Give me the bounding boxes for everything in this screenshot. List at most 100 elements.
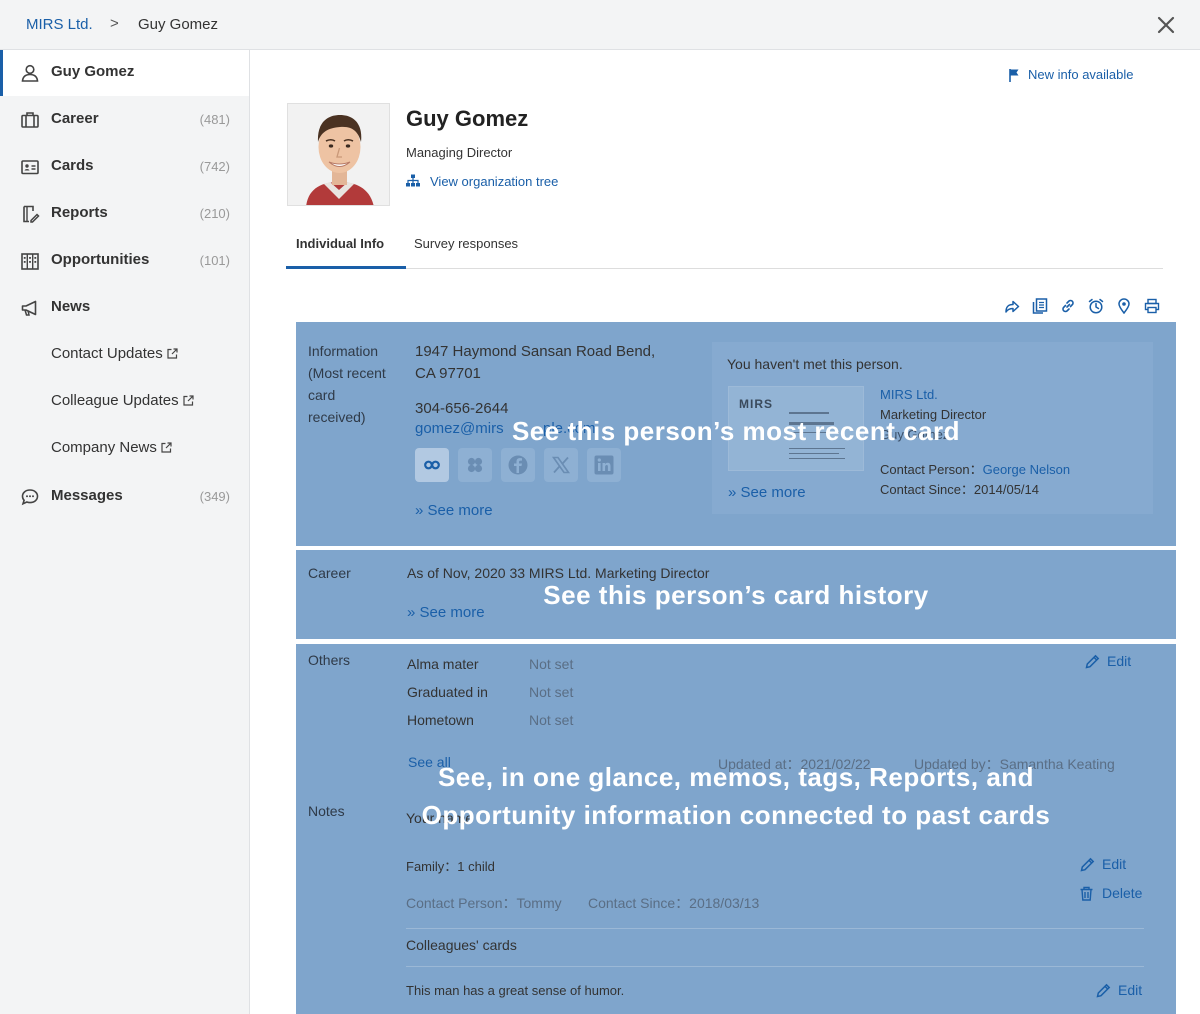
section-label: Others xyxy=(308,652,351,668)
sidebar-item-label: Reports xyxy=(51,204,108,221)
info-see-more-link[interactable]: » See more xyxy=(415,502,493,519)
card-company-link[interactable]: MIRS Ltd. xyxy=(880,387,938,402)
sidebar-item-label: Messages xyxy=(51,487,123,504)
field-key: Alma mater xyxy=(407,656,479,672)
card-contact-since: Contact Since：2014/05/14 xyxy=(880,482,1039,497)
report-icon xyxy=(23,205,40,223)
sidebar-item-news[interactable]: News xyxy=(0,285,249,331)
eight-link[interactable] xyxy=(458,448,492,482)
colleague-note-edit-button[interactable]: Edit xyxy=(1096,982,1143,998)
x-link[interactable] xyxy=(544,448,578,482)
link-icon[interactable] xyxy=(1060,298,1076,314)
breadcrumb-company-link[interactable]: MIRS Ltd. xyxy=(26,16,93,33)
sidebar-item-count: (742) xyxy=(199,159,230,174)
chat-bubble-icon xyxy=(21,489,39,506)
section-label: (Most recent xyxy=(308,365,386,381)
tab-bar: Individual Info Survey responses xyxy=(286,230,1163,269)
biz-card-line xyxy=(789,448,845,449)
sidebar-item-reports[interactable]: Reports (210) xyxy=(0,191,249,237)
note-contact-since: Contact Since：2018/03/13 xyxy=(588,895,760,911)
top-bar: MIRS Ltd. > Guy Gomez xyxy=(0,0,1200,50)
phone-number[interactable]: 304-656-2644 xyxy=(415,400,508,417)
briefcase-icon xyxy=(21,112,39,128)
sidebar-item-profile[interactable]: Guy Gomez xyxy=(0,50,249,96)
pencil-icon xyxy=(1080,857,1095,872)
new-info-link[interactable]: New info available xyxy=(1009,67,1134,82)
overlay-caption: See this person’s card history xyxy=(543,580,929,610)
others-edit-button[interactable]: Edit xyxy=(1085,653,1131,669)
close-icon[interactable] xyxy=(1154,13,1178,37)
not-met-notice: You haven't met this person. xyxy=(727,356,903,372)
sidebar-subitem-label: Colleague Updates xyxy=(51,392,194,409)
sidebar-item-career[interactable]: Career (481) xyxy=(0,97,249,143)
card-see-more-link[interactable]: » See more xyxy=(728,484,806,501)
contact-person-link[interactable]: George Nelson xyxy=(983,462,1070,477)
note-delete-button[interactable]: Delete xyxy=(1080,885,1143,901)
sidebar-item-count: (481) xyxy=(199,112,230,127)
sidebar-subitem-company-news[interactable]: Company News xyxy=(0,429,249,469)
org-tree-link[interactable]: View organization tree xyxy=(406,174,558,189)
flag-icon xyxy=(1009,69,1019,82)
sidebar-item-count: (210) xyxy=(199,206,230,221)
field-value: Not set xyxy=(529,656,574,672)
tab-individual-info[interactable]: Individual Info xyxy=(296,236,384,251)
linkedin-icon xyxy=(594,455,614,475)
card-icon xyxy=(21,160,39,175)
print-icon[interactable] xyxy=(1144,298,1160,314)
pencil-icon xyxy=(1085,654,1100,669)
others-notes-section: Others Alma mater Not set Graduated in N… xyxy=(296,644,1176,1014)
tab-survey-responses[interactable]: Survey responses xyxy=(414,236,518,251)
sidebar-item-count: (349) xyxy=(199,489,230,504)
megaphone-icon xyxy=(21,300,37,316)
external-link-icon xyxy=(182,395,194,406)
sidebar-subitem-text: Colleague Updates xyxy=(51,392,179,409)
pencil-icon xyxy=(1096,983,1111,998)
section-label: Information xyxy=(308,343,379,359)
alarm-clock-icon[interactable] xyxy=(1088,298,1104,314)
address-line: 1947 Haymond Sansan Road Bend, xyxy=(415,343,656,360)
field-value: Not set xyxy=(529,684,574,700)
sidebar-subitem-colleague-updates[interactable]: Colleague Updates xyxy=(0,382,249,422)
external-link-icon xyxy=(167,348,178,359)
field-key: Hometown xyxy=(407,712,474,728)
overlay-caption: See this person’s most recent card xyxy=(511,416,961,446)
map-pin-icon[interactable] xyxy=(1116,298,1132,314)
divider xyxy=(406,928,1144,929)
sidebar-item-label: News xyxy=(51,298,91,315)
edit-label: Edit xyxy=(1102,856,1127,872)
sidebar-item-opportunities[interactable]: Opportunities (101) xyxy=(0,238,249,284)
new-info-text: New info available xyxy=(1028,67,1134,82)
linkedin-link[interactable] xyxy=(587,448,621,482)
biz-card-line xyxy=(789,453,839,454)
sidebar-item-count: (101) xyxy=(199,253,230,268)
facebook-link[interactable] xyxy=(501,448,535,482)
note-contact-person: Contact Person：Tommy xyxy=(406,895,562,911)
building-icon xyxy=(21,253,39,270)
delete-label: Delete xyxy=(1102,885,1143,901)
recent-card-section: Information (Most recent card received) … xyxy=(296,322,1176,546)
note-text: Family：1 child xyxy=(406,859,495,874)
sidebar-subitem-label: Company News xyxy=(51,439,172,456)
sansan-link[interactable] xyxy=(415,448,449,482)
edit-label: Edit xyxy=(1118,982,1143,998)
breadcrumb-current: Guy Gomez xyxy=(138,16,219,33)
copy-icon[interactable] xyxy=(1032,298,1048,314)
career-section: Career As of Nov, 2020 33 MIRS Ltd. Mark… xyxy=(296,550,1176,639)
x-icon xyxy=(551,456,571,474)
trash-icon xyxy=(1080,886,1093,901)
field-value: Not set xyxy=(529,712,574,728)
share-icon[interactable] xyxy=(1004,298,1020,314)
profile-photo xyxy=(288,104,389,205)
overlay-caption: See, in one glance, memos, tags, Reports… xyxy=(437,762,1035,792)
sidebar-subitem-contact-updates[interactable]: Contact Updates xyxy=(0,335,249,375)
sidebar-subitem-text: Company News xyxy=(51,439,157,456)
facebook-icon xyxy=(508,455,528,475)
address-line: CA 97701 xyxy=(415,365,481,382)
sidebar-item-cards[interactable]: Cards (742) xyxy=(0,144,249,190)
sidebar-item-messages[interactable]: Messages (349) xyxy=(0,474,249,520)
note-edit-button[interactable]: Edit xyxy=(1080,856,1127,872)
sidebar-item-label: Opportunities xyxy=(51,251,150,268)
section-label: card xyxy=(308,387,336,403)
field-key: Graduated in xyxy=(407,684,488,700)
career-entry: As of Nov, 2020 33 MIRS Ltd. Marketing D… xyxy=(407,565,710,581)
